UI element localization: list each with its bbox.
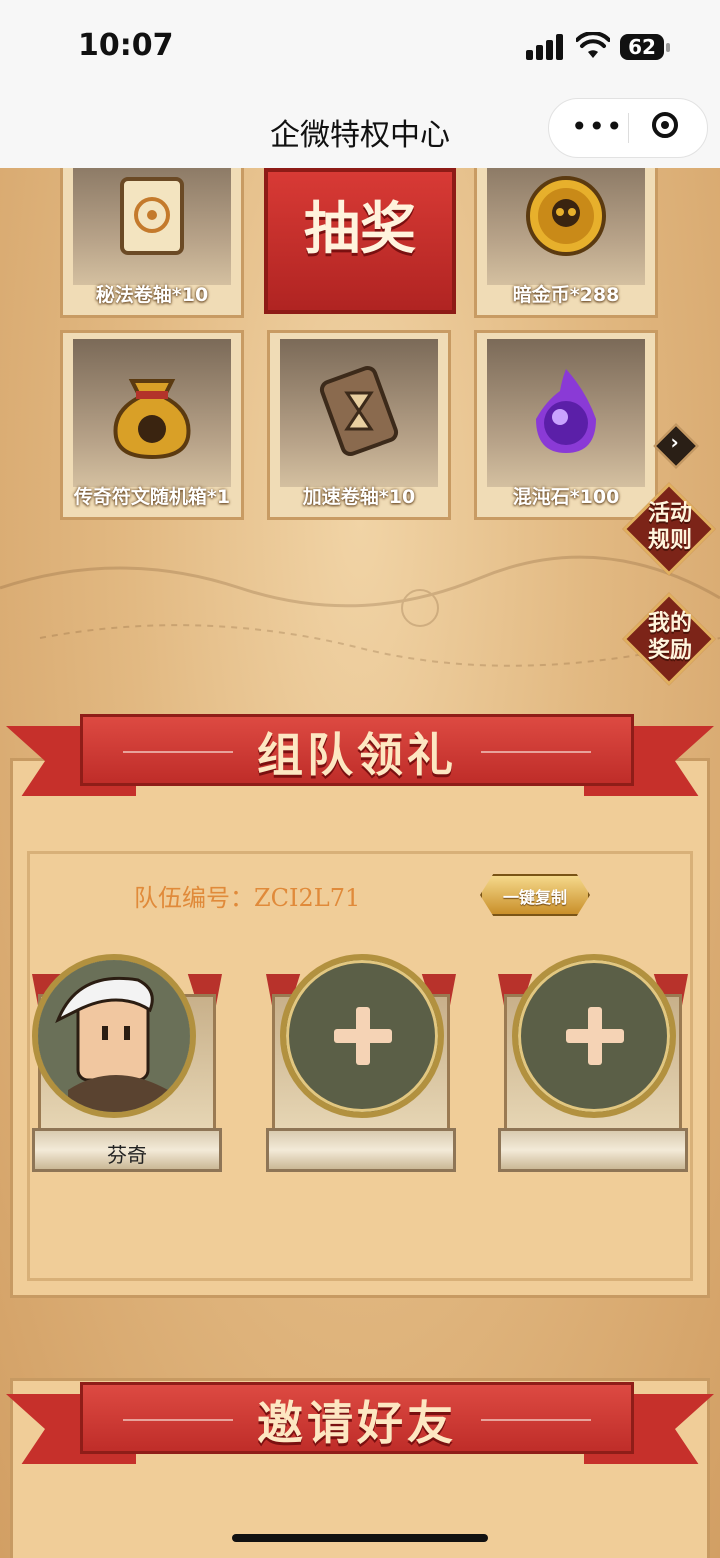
- home-indicator: [232, 1534, 488, 1542]
- battery-icon: 62: [620, 34, 670, 60]
- plus-icon-stroke: [356, 1007, 370, 1065]
- status-time: 10:07: [78, 28, 174, 63]
- activity-rules-button[interactable]: 活动 规则: [622, 482, 716, 576]
- prize-label: 秘法卷轴*10: [95, 284, 209, 306]
- team-member-slot[interactable]: [498, 954, 688, 1184]
- nav-bar: 企微特权中心 •••: [0, 92, 720, 168]
- team-id: 队伍编号：ZCI2L71: [134, 884, 361, 912]
- add-member-button[interactable]: [512, 954, 676, 1118]
- rules-label: 活动 规则: [647, 501, 692, 553]
- prize-label: 混沌石*100: [512, 486, 620, 508]
- team-member-slot: 芬奇: [32, 954, 222, 1184]
- hourglass-scroll-icon: [319, 365, 399, 457]
- add-member-button[interactable]: [280, 954, 444, 1118]
- wifi-icon: [576, 32, 610, 58]
- prize-card: 秘法卷轴*10: [60, 168, 244, 318]
- chaos-stone-icon: [536, 369, 596, 453]
- draw-button-label: 抽奖: [304, 197, 416, 262]
- member-nameplate: [498, 1128, 688, 1172]
- game-area: 秘法卷轴*10 抽奖 暗金币*288 传奇符文随机箱*1 加速卷轴*10 混沌石…: [0, 168, 720, 1558]
- member-nameplate: [266, 1128, 456, 1172]
- avatar: [32, 954, 196, 1118]
- team-member-slot[interactable]: [266, 954, 456, 1184]
- target-icon[interactable]: [652, 112, 678, 138]
- invite-banner-title: 邀请好友: [257, 1396, 457, 1450]
- draw-button[interactable]: 抽奖: [264, 168, 456, 314]
- copy-button[interactable]: 一键复制: [480, 874, 590, 916]
- scroll-icon: [120, 177, 184, 255]
- character-avatar-icon: [38, 960, 190, 1112]
- prize-label: 暗金币*288: [512, 284, 620, 306]
- prize-card: 传奇符文随机箱*1: [60, 330, 244, 520]
- invite-banner: 邀请好友: [0, 1382, 720, 1492]
- more-icon[interactable]: •••: [571, 112, 623, 142]
- member-nameplate: 芬奇: [32, 1128, 222, 1172]
- copy-button-label: 一键复制: [502, 888, 567, 907]
- prize-label: 传奇符文随机箱*1: [73, 486, 231, 508]
- status-bar: 10:07 62: [0, 0, 720, 92]
- signal-icon: [526, 34, 566, 60]
- prize-card: 加速卷轴*10: [267, 330, 451, 520]
- plus-icon-stroke: [588, 1007, 602, 1065]
- chevron-right-icon: ›: [670, 429, 679, 454]
- my-rewards-button[interactable]: 我的 奖励: [622, 592, 716, 686]
- rune-bag-icon: [113, 379, 191, 460]
- mini-program-capsule: •••: [548, 98, 708, 158]
- ribbon-main: 邀请好友: [80, 1382, 634, 1454]
- prize-card: 暗金币*288: [474, 168, 658, 318]
- member-name: 芬奇: [107, 1143, 147, 1167]
- capsule-divider: [628, 113, 629, 143]
- skull-coin-icon: [526, 176, 606, 256]
- prize-label: 加速卷轴*10: [302, 486, 416, 508]
- rewards-label: 我的 奖励: [647, 611, 692, 663]
